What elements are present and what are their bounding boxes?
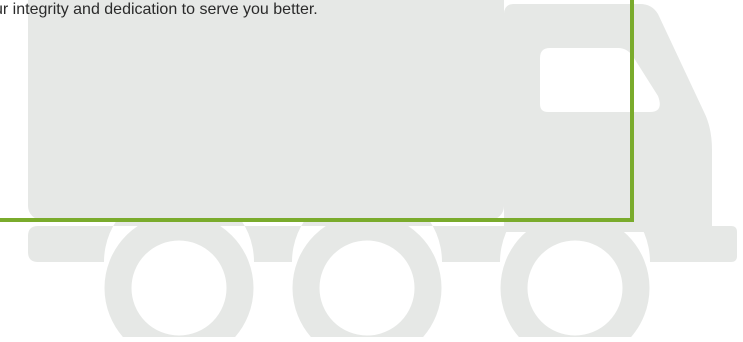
truck-wheel-rear bbox=[104, 213, 254, 342]
mission-statement-text: ur integrity and dedication to serve you… bbox=[0, 1, 318, 18]
truck-cargo-box bbox=[28, 0, 504, 220]
truck-wheels bbox=[104, 213, 650, 342]
truck-illustration bbox=[0, 0, 743, 342]
truck-wheel-front bbox=[500, 213, 650, 342]
truck-wheel-middle bbox=[292, 213, 442, 342]
truck-icon bbox=[0, 0, 737, 342]
